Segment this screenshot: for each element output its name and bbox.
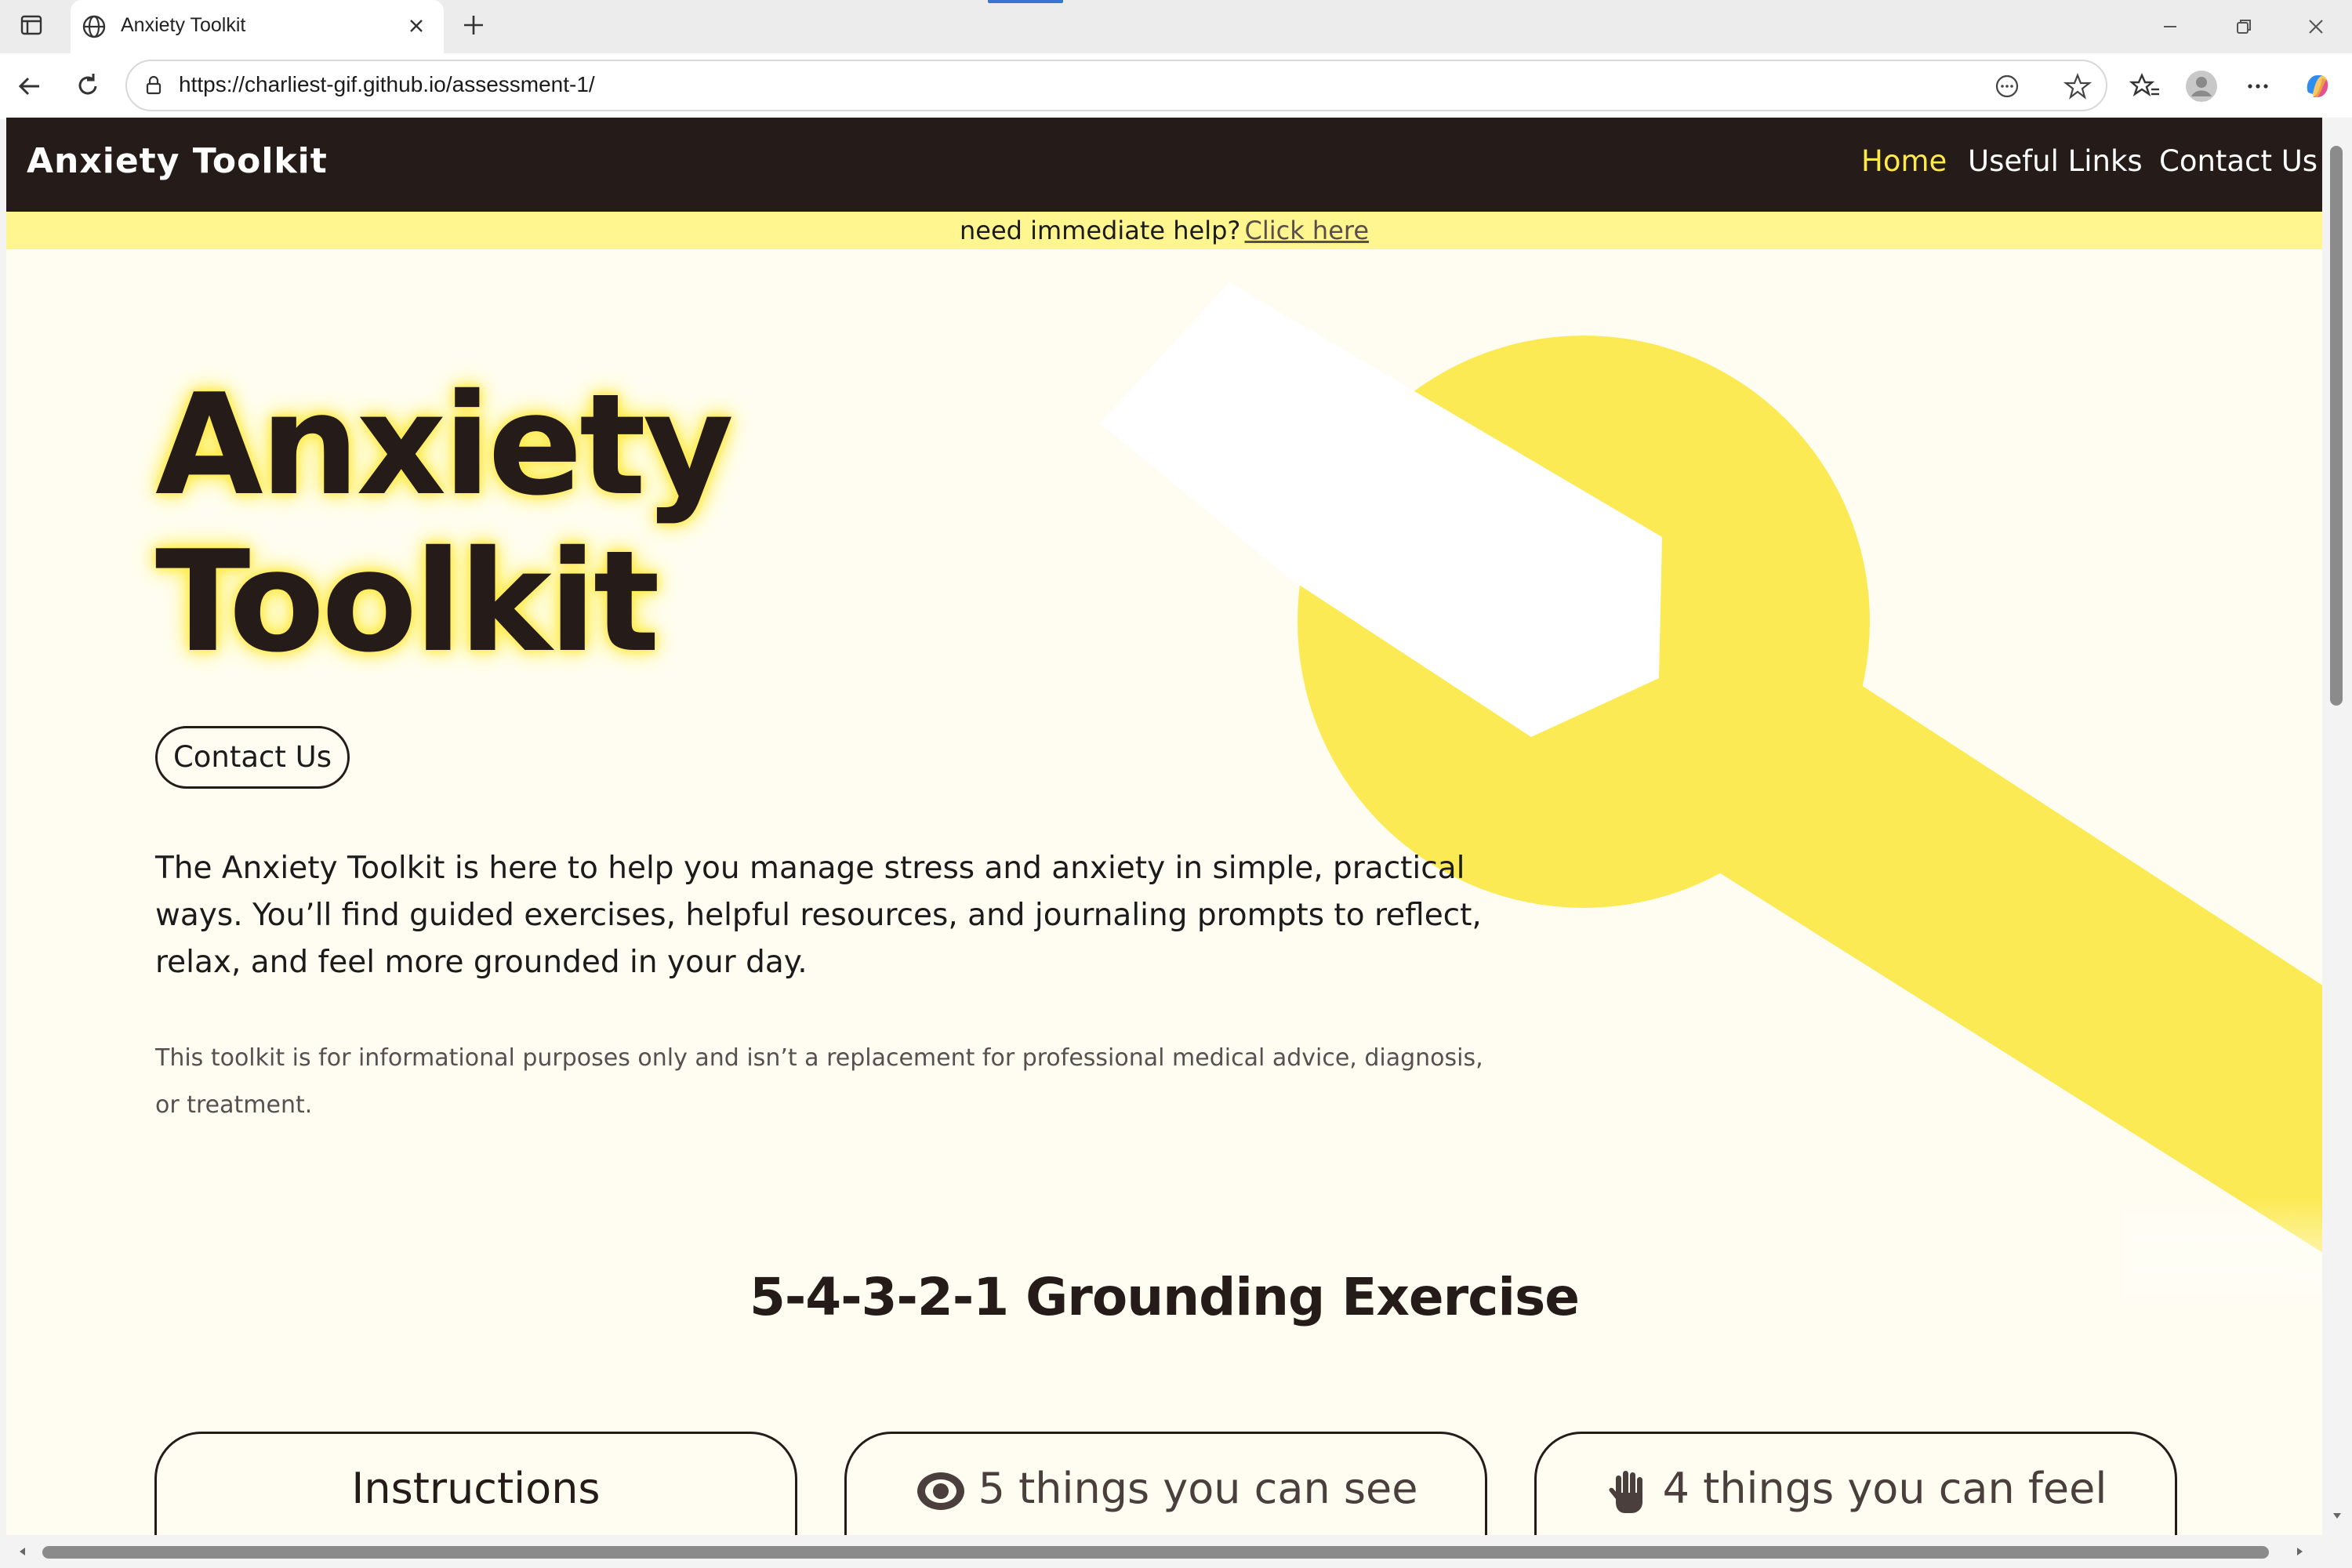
- favorites-icon[interactable]: [2128, 69, 2162, 103]
- address-bar[interactable]: https://charliest-gif.github.io/assessme…: [125, 60, 2107, 111]
- help-text: need immediate help?: [959, 216, 1241, 245]
- nav-contact-us[interactable]: Contact Us: [2159, 144, 2318, 178]
- card-see[interactable]: 5 things you can see: [844, 1432, 1487, 1535]
- card-label: Instructions: [351, 1464, 601, 1513]
- vertical-scrollbar[interactable]: [2322, 118, 2352, 1535]
- horizontal-scrollbar-thumb[interactable]: [42, 1546, 2269, 1559]
- card-title: Instructions: [157, 1464, 795, 1513]
- more-icon[interactable]: [2241, 69, 2275, 103]
- copilot-icon[interactable]: [2300, 69, 2335, 103]
- back-icon[interactable]: [13, 69, 47, 103]
- restore-icon[interactable]: [2228, 11, 2259, 42]
- browser-tab[interactable]: Anxiety Toolkit: [71, 0, 444, 53]
- lock-icon[interactable]: [141, 73, 166, 98]
- tab-drag-indicator: [988, 0, 1063, 3]
- scroll-down-icon[interactable]: [2332, 1510, 2343, 1521]
- site-logo[interactable]: Anxiety Toolkit: [27, 141, 328, 181]
- section-title: 5-4-3-2-1 Grounding Exercise: [749, 1267, 1580, 1327]
- hero-title: Anxiety Toolkit: [155, 364, 734, 683]
- star-icon[interactable]: [2062, 71, 2093, 102]
- scroll-left-icon[interactable]: [17, 1546, 28, 1557]
- close-icon[interactable]: [403, 13, 430, 39]
- contact-us-button[interactable]: Contact Us: [155, 726, 350, 789]
- sidebar-icon[interactable]: [17, 11, 45, 39]
- card-title: 5 things you can see: [847, 1464, 1485, 1513]
- reader-icon[interactable]: [1991, 71, 2023, 102]
- card-title: 4 things you can feel: [1537, 1464, 2175, 1515]
- vertical-scrollbar-thumb[interactable]: [2330, 146, 2343, 706]
- profile-icon[interactable]: [2184, 69, 2219, 103]
- browser-toolbar: https://charliest-gif.github.io/assessme…: [0, 53, 2352, 119]
- browser-tab-bar: Anxiety Toolkit: [0, 0, 2352, 53]
- window-close-icon[interactable]: [2300, 11, 2332, 42]
- card-instructions[interactable]: Instructions: [154, 1432, 797, 1535]
- intro-paragraph: The Anxiety Toolkit is here to help you …: [155, 851, 1482, 980]
- url-text[interactable]: https://charliest-gif.github.io/assessme…: [179, 72, 595, 97]
- tab-title: Anxiety Toolkit: [121, 14, 246, 36]
- minimize-icon[interactable]: [2154, 11, 2186, 42]
- page-viewport: Anxiety Toolkit Home Useful Links Contac…: [6, 118, 2322, 1535]
- hero-title-line1: Anxiety: [155, 364, 734, 526]
- hand-icon: [1609, 1471, 1642, 1514]
- horizontal-scrollbar[interactable]: [6, 1535, 2322, 1568]
- card-label: 5 things you can see: [978, 1464, 1418, 1513]
- card-label: 4 things you can feel: [1662, 1464, 2107, 1513]
- help-banner: need immediate help? Click here: [6, 212, 2322, 249]
- card-feel[interactable]: 4 things you can feel: [1534, 1432, 2177, 1535]
- eye-icon: [916, 1472, 964, 1511]
- help-link[interactable]: Click here: [1245, 216, 1370, 245]
- site-header: Anxiety Toolkit Home Useful Links Contac…: [6, 118, 2322, 212]
- scroll-right-icon[interactable]: [2294, 1546, 2305, 1557]
- hero-title-line2: Toolkit: [155, 521, 660, 683]
- refresh-icon[interactable]: [71, 69, 105, 103]
- nav-home[interactable]: Home: [1861, 144, 1947, 178]
- globe-icon: [82, 15, 106, 38]
- plus-icon[interactable]: [458, 9, 489, 41]
- nav-useful-links[interactable]: Useful Links: [1968, 144, 2143, 178]
- disclaimer-text: This toolkit is for informational purpos…: [155, 1044, 1483, 1119]
